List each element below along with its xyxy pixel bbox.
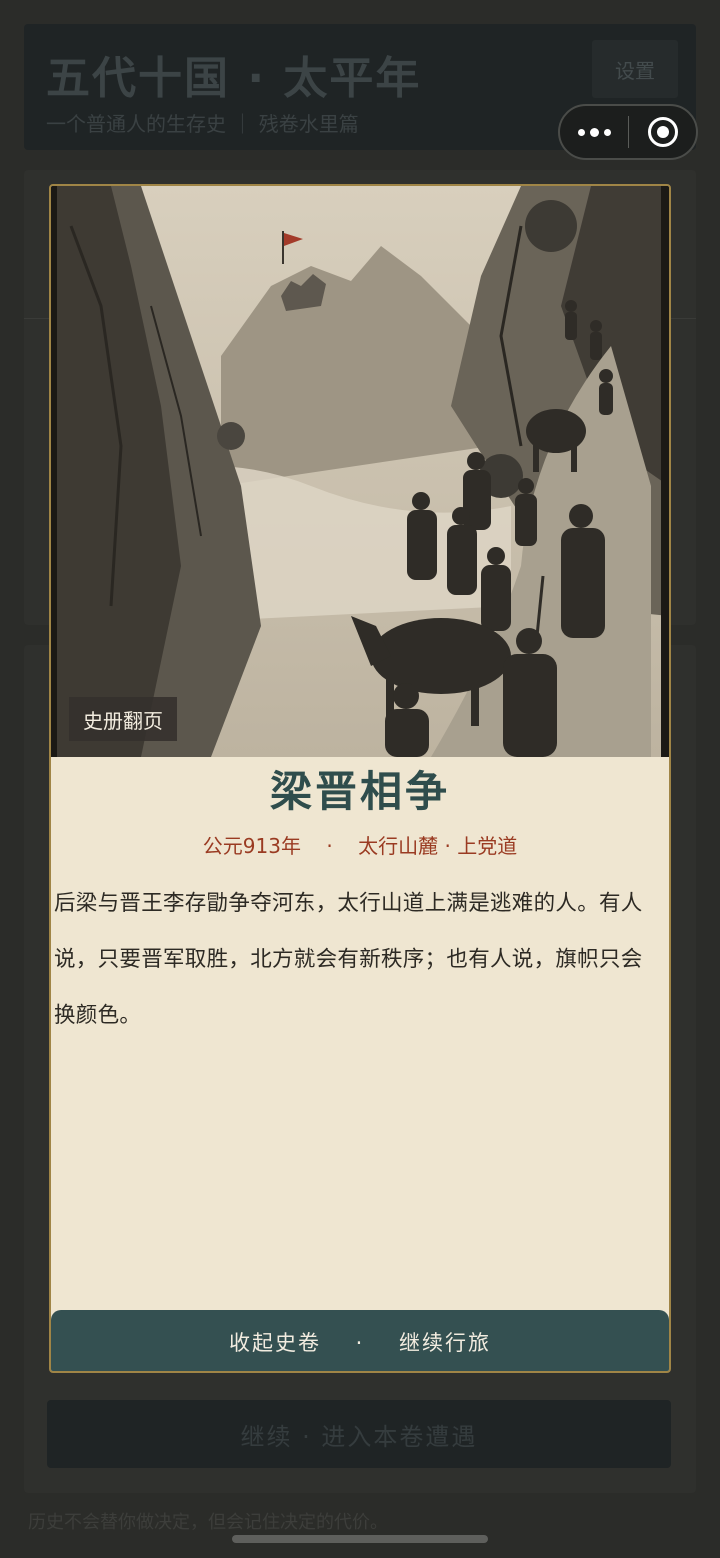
scene-illustration: 史册翻页 (51, 186, 669, 757)
modal-meta: 公元913年 · 太行山麓 · 上党道 (202, 834, 518, 858)
modal-body-text: 后梁与晋王李存勖争夺河东，太行山道上满是逃难的人。有人说，只要晋军取胜，北方就会… (54, 891, 643, 1028)
scene-tag: 史册翻页 (69, 697, 177, 741)
more-dots-icon[interactable] (560, 106, 628, 158)
app-subtitle: 一个普通人的生存史 ｜ 残卷水里篇 (46, 112, 359, 136)
home-indicator[interactable] (232, 1535, 488, 1543)
miniprogram-capsule (558, 104, 698, 160)
settings-button[interactable]: 设置 (592, 40, 678, 98)
close-target-icon[interactable] (629, 106, 696, 158)
app-title: 五代十国 · 太平年 (46, 53, 422, 104)
modal-title: 梁晋相争 (269, 767, 450, 816)
continue-button[interactable]: 继续 · 进入本卷遭遇 (47, 1400, 671, 1468)
history-scroll-modal: 史册翻页 梁晋相争 公元913年 · 太行山麓 · 上党道 后梁与晋王李存勖争夺… (49, 184, 671, 1373)
footer-note: 历史不会替你做决定，但会记住决定的代价。 (28, 1512, 388, 1533)
close-scroll-button[interactable]: 收起史卷 · 继续行旅 (51, 1310, 669, 1371)
